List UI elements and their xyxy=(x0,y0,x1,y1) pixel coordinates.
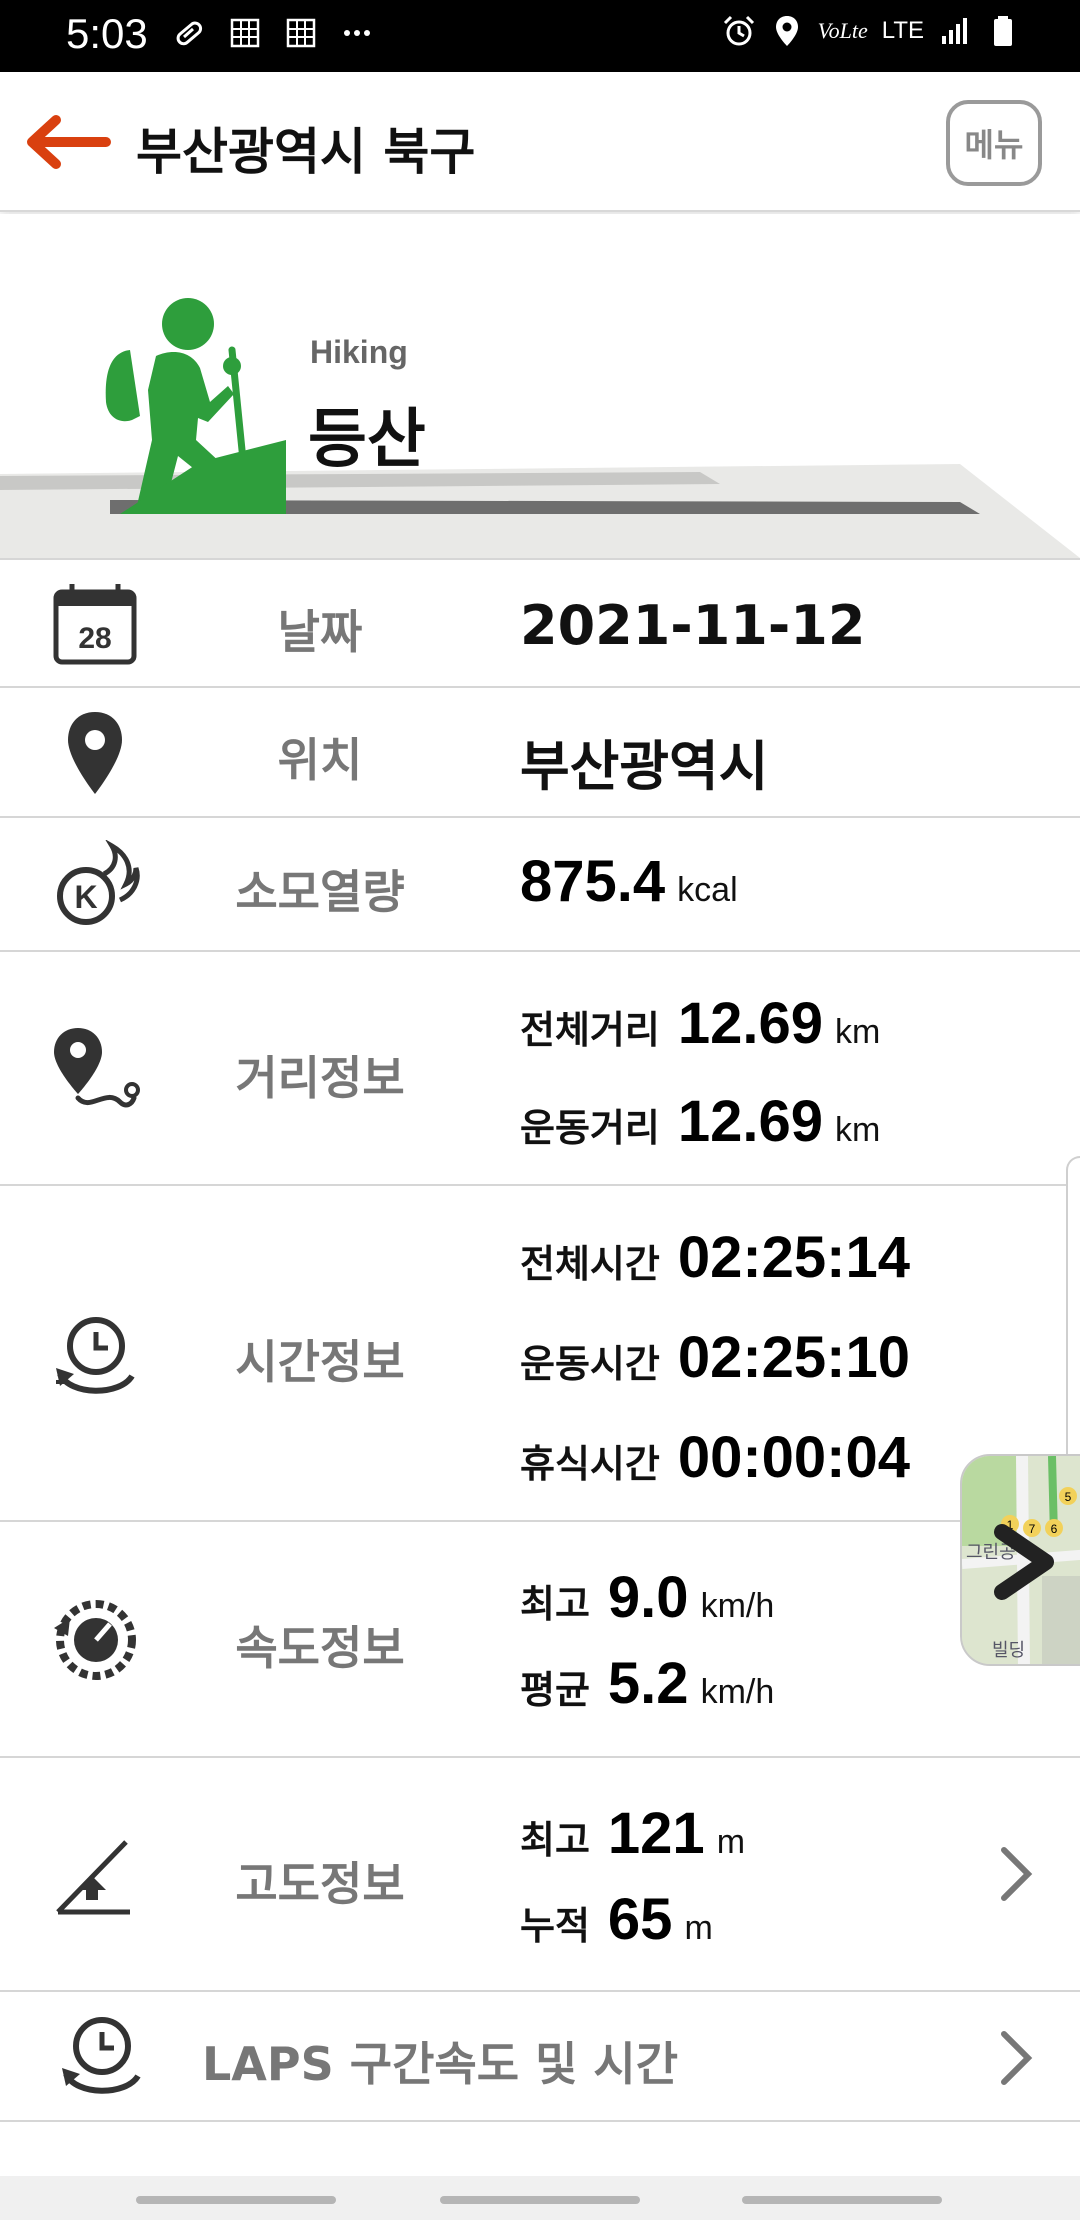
cumulative-altitude-key: 누적 xyxy=(520,1904,590,1948)
laps-clock-icon xyxy=(62,2017,141,2094)
avg-speed-key: 평균 xyxy=(520,1668,590,1712)
max-speed: 최고 9.0 km/h xyxy=(520,1564,774,1631)
calories-row: K 소모열량 875.4 kcal xyxy=(0,818,1080,952)
total-distance-key: 전체거리 xyxy=(520,1008,660,1052)
cumulative-altitude-unit: m xyxy=(684,1909,713,1947)
exercise-time-value: 02:25:10 xyxy=(677,1325,911,1390)
exercise-distance-unit: km xyxy=(835,1111,881,1149)
time-row: 시간정보 전체시간 02:25:14 운동시간 02:25:10 휴식시간 00… xyxy=(0,1186,1080,1522)
rest-time-value: 00:00:04 xyxy=(677,1425,911,1490)
alarm-icon xyxy=(723,15,754,46)
location-label: 위치 xyxy=(277,733,363,787)
calorie-flame-icon: K xyxy=(57,840,140,925)
cumulative-altitude: 누적 65 m xyxy=(520,1886,713,1953)
pill-icon xyxy=(176,21,203,46)
volte-indicator: VoLte xyxy=(817,18,868,43)
cumulative-altitude-value: 65 xyxy=(607,1887,673,1952)
exercise-distance-value: 12.69 xyxy=(677,1089,823,1154)
map-number: 5 xyxy=(1065,1490,1072,1504)
total-distance-unit: km xyxy=(835,1013,881,1051)
max-altitude-key: 최고 xyxy=(520,1818,590,1862)
calories-value: 875.4 xyxy=(520,849,666,914)
location-value: 부산광역시 xyxy=(520,735,769,798)
rest-time: 휴식시간 00:00:04 xyxy=(520,1424,910,1491)
exercise-time: 운동시간 02:25:10 xyxy=(520,1324,910,1391)
app-header: 부산광역시 북구 메뉴 xyxy=(0,72,1080,212)
activity-english: Hiking xyxy=(310,334,408,370)
date-value: 2021-11-12 xyxy=(520,594,866,657)
max-speed-unit: km/h xyxy=(700,1587,775,1625)
calories-label: 소모열량 xyxy=(235,865,405,919)
status-bar: 5:03 VoLte LTE xyxy=(0,0,1080,72)
total-time-key: 전체시간 xyxy=(520,1242,660,1286)
altitude-row[interactable]: 고도정보 최고 121 m 누적 65 m xyxy=(0,1758,1080,1992)
calendar-day-text: 28 xyxy=(78,622,111,655)
status-time: 5:03 xyxy=(66,10,148,57)
map-text: 빌딩 xyxy=(992,1640,1025,1661)
max-altitude: 최고 121 m xyxy=(520,1800,745,1867)
calendar-icon: 28 xyxy=(53,584,137,665)
time-label: 시간정보 xyxy=(235,1335,405,1389)
chevron-right-icon[interactable] xyxy=(996,1844,1036,1904)
system-icons: VoLte LTE xyxy=(722,14,1020,48)
avg-speed-unit: km/h xyxy=(700,1673,775,1711)
nav-back-handle[interactable] xyxy=(742,2196,942,2204)
speedometer-icon xyxy=(54,1600,136,1680)
back-arrow-icon[interactable] xyxy=(22,112,112,172)
nav-recents-handle[interactable] xyxy=(136,2196,336,2204)
total-distance-value: 12.69 xyxy=(677,991,823,1056)
location-row: 위치 부산광역시 xyxy=(0,688,1080,818)
total-time-value: 02:25:14 xyxy=(677,1225,911,1290)
signal-icon xyxy=(942,18,967,44)
calories-unit: kcal xyxy=(677,871,738,909)
rest-time-key: 휴식시간 xyxy=(520,1442,660,1486)
navigation-bar xyxy=(0,2176,1080,2220)
avg-speed: 평균 5.2 km/h xyxy=(520,1650,774,1717)
calorie-icon-letter: K xyxy=(74,879,97,915)
exercise-distance-key: 운동거리 xyxy=(520,1106,660,1150)
hiker-icon xyxy=(105,298,286,514)
page-title: 부산광역시 북구 xyxy=(136,123,476,181)
laps-label: LAPS 구간속도 및 시간 xyxy=(202,2037,679,2091)
chevron-right-icon[interactable] xyxy=(996,2028,1036,2088)
battery-icon xyxy=(994,16,1012,46)
map-number: 6 xyxy=(1051,1522,1058,1536)
distance-label: 거리정보 xyxy=(235,1051,405,1105)
laps-row[interactable]: LAPS 구간속도 및 시간 xyxy=(0,1992,1080,2122)
avg-speed-value: 5.2 xyxy=(607,1651,689,1716)
map-number: 7 xyxy=(1029,1522,1036,1536)
max-altitude-value: 121 xyxy=(607,1801,705,1866)
date-label: 날짜 xyxy=(277,605,363,659)
location-icon xyxy=(775,16,798,46)
lte-indicator: LTE xyxy=(881,17,924,44)
clock-icon xyxy=(56,1317,135,1394)
nav-home-handle[interactable] xyxy=(440,2196,640,2204)
speed-row: 속도정보 최고 9.0 km/h 평균 5.2 km/h xyxy=(0,1522,1080,1758)
grid-app-icon xyxy=(230,18,260,48)
more-dots-icon xyxy=(344,30,370,36)
notification-icons xyxy=(172,16,374,50)
max-speed-value: 9.0 xyxy=(607,1565,689,1630)
route-pin-icon xyxy=(54,1028,140,1108)
altitude-label: 고도정보 xyxy=(235,1857,405,1911)
grid-app-icon xyxy=(286,18,316,48)
exercise-time-key: 운동시간 xyxy=(520,1342,660,1386)
total-time: 전체시간 02:25:14 xyxy=(520,1224,910,1291)
activity-korean: 등산 xyxy=(308,403,426,477)
speed-label: 속도정보 xyxy=(235,1621,405,1675)
menu-button[interactable]: 메뉴 xyxy=(946,100,1042,186)
max-speed-key: 최고 xyxy=(520,1582,590,1626)
calories-value-group: 875.4 kcal xyxy=(520,848,738,915)
max-altitude-unit: m xyxy=(716,1823,746,1861)
total-distance: 전체거리 12.69 km xyxy=(520,990,880,1057)
activity-banner: Hiking 등산 xyxy=(0,214,1080,558)
map-thumbnail-button[interactable]: 1 7 6 5 그린공 빌딩 xyxy=(960,1454,1080,1666)
distance-row: 거리정보 전체거리 12.69 km 운동거리 12.69 km xyxy=(0,952,1080,1186)
date-row: 28 날짜 2021-11-12 xyxy=(0,558,1080,688)
map-preview: 1 7 6 5 그린공 빌딩 xyxy=(962,1456,1080,1664)
altitude-icon xyxy=(56,1840,130,1915)
exercise-distance: 운동거리 12.69 km xyxy=(520,1088,880,1155)
location-pin-icon xyxy=(68,712,122,794)
